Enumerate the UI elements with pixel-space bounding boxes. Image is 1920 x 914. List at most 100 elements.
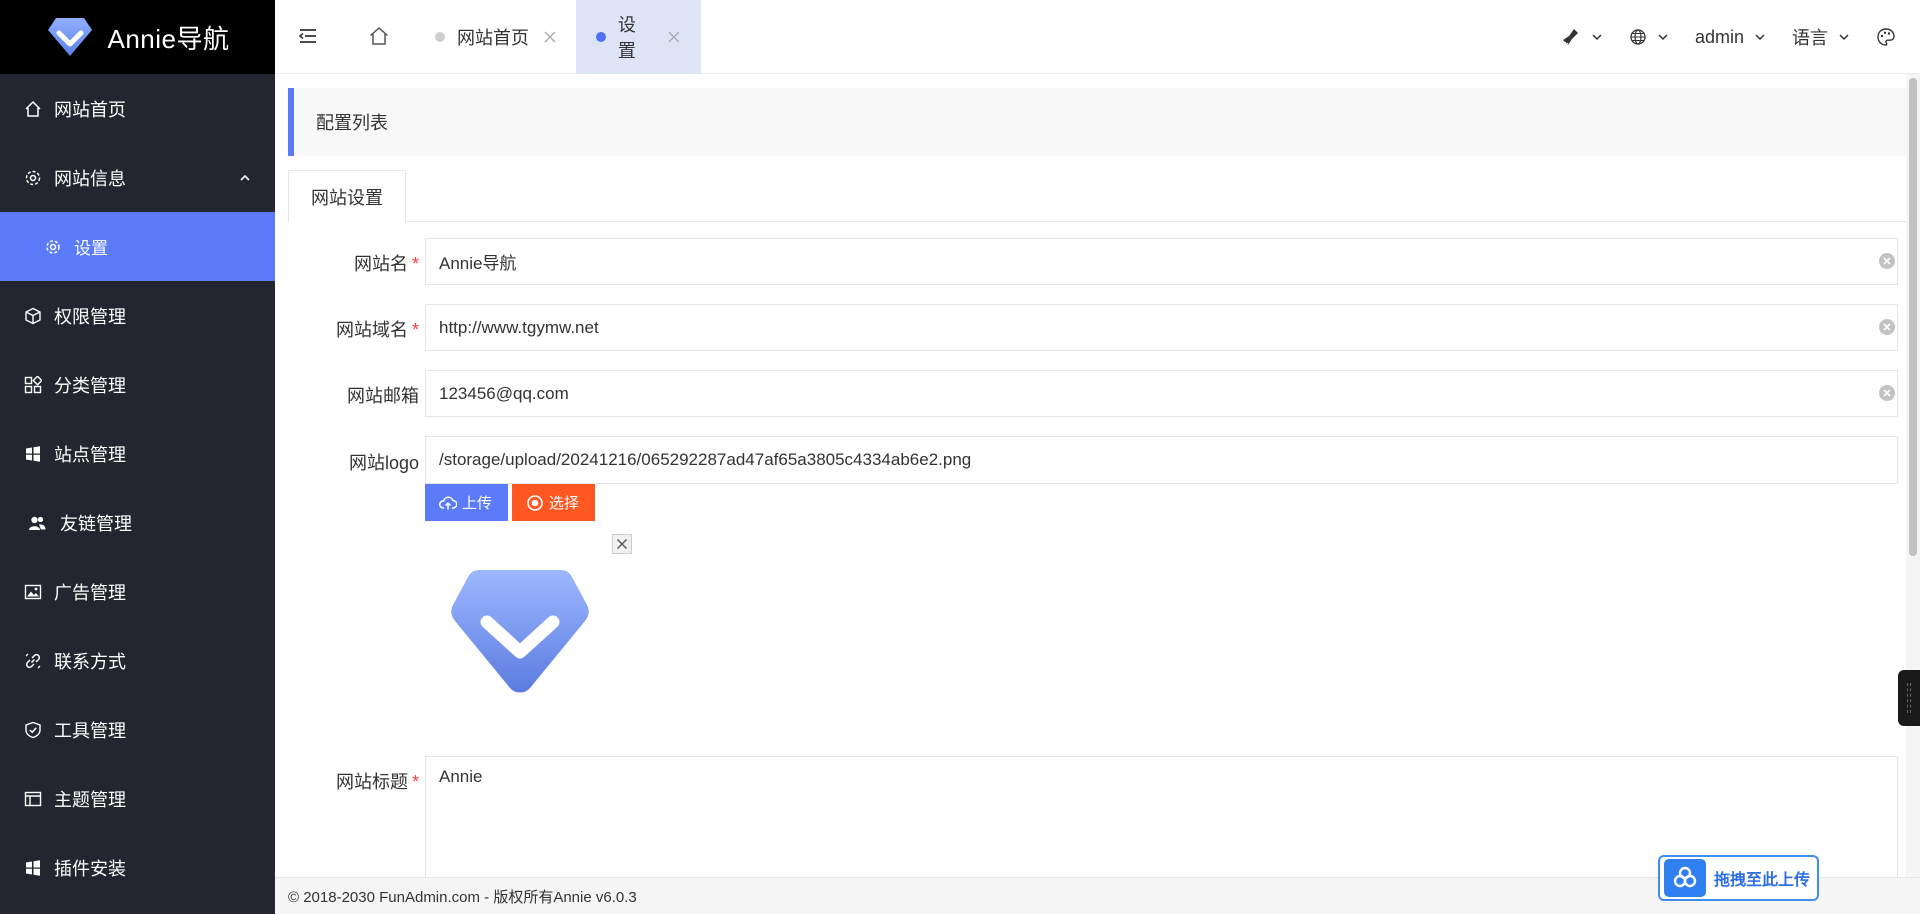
- globe-icon: [1630, 29, 1646, 45]
- site-logo-label: 网站logo: [348, 453, 419, 473]
- sidebar-item-plugins[interactable]: 插件安装: [0, 833, 275, 902]
- user-dropdown[interactable]: admin: [1695, 27, 1766, 48]
- close-icon[interactable]: [667, 30, 681, 44]
- clear-cache-dropdown[interactable]: [1561, 27, 1603, 47]
- language-label: 语言: [1792, 28, 1828, 48]
- sidebar-item-label: 设置: [74, 239, 108, 258]
- sidebar-item-friend-links[interactable]: 友链管理: [0, 488, 275, 557]
- sidebar-item-permissions[interactable]: 权限管理: [0, 281, 275, 350]
- upload-label: 上传: [462, 495, 493, 512]
- side-drawer-handle[interactable]: [1898, 670, 1920, 726]
- clear-icon[interactable]: [1878, 318, 1896, 336]
- windows-icon: [24, 445, 42, 463]
- sidebar-item-contact[interactable]: 联系方式: [0, 626, 275, 695]
- required-mark: *: [411, 254, 419, 274]
- sidebar-item-site-info[interactable]: 网站信息: [0, 143, 275, 212]
- sidebar-item-label: 联系方式: [54, 651, 126, 672]
- logo-preview-image: [451, 570, 589, 693]
- home-icon: [24, 100, 42, 118]
- footer-copyright: © 2018-2030 FunAdmin.com - 版权所有Annie v6.…: [288, 888, 637, 906]
- clear-icon[interactable]: [1878, 252, 1896, 270]
- site-name-label: 网站名 *: [353, 254, 419, 274]
- sidebar-item-label: 网站信息: [54, 168, 126, 189]
- gear-icon: [44, 238, 62, 256]
- layout-icon: [24, 790, 42, 808]
- site-domain-label: 网站域名 *: [335, 320, 419, 340]
- sidebar-item-label: 分类管理: [54, 375, 126, 396]
- shield-icon: [24, 721, 42, 739]
- sidebar-menu: 网站首页 网站信息 设置 权限管理 分类管理 站点管理 友链管理 广告管理 联系…: [0, 74, 275, 902]
- required-mark: *: [411, 320, 419, 340]
- grip-icon: [1907, 683, 1911, 713]
- site-domain-input[interactable]: [425, 304, 1898, 351]
- sidebar-item-ads[interactable]: 广告管理: [0, 557, 275, 626]
- sidebar-item-sites[interactable]: 站点管理: [0, 419, 275, 488]
- sidebar-item-categories[interactable]: 分类管理: [0, 350, 275, 419]
- drag-upload-widget[interactable]: 拖拽至此上传: [1658, 855, 1819, 901]
- gear-icon: [24, 169, 42, 187]
- sidebar: Annie导航 网站首页 网站信息 设置 权限管理 分类管理 站点管理 友链管理…: [0, 0, 275, 914]
- sidebar-item-tools[interactable]: 工具管理: [0, 695, 275, 764]
- logo-bar[interactable]: Annie导航: [0, 0, 275, 74]
- sidebar-item-label: 权限管理: [54, 306, 126, 327]
- language-dropdown[interactable]: 语言: [1792, 24, 1850, 50]
- user-name: admin: [1694, 26, 1744, 47]
- header-actions: admin 语言: [1561, 0, 1896, 74]
- tab-home[interactable]: 网站首页: [415, 0, 577, 74]
- link-icon: [24, 652, 42, 670]
- sidebar-item-home[interactable]: 网站首页: [0, 74, 275, 143]
- chevron-down-icon: [1592, 34, 1602, 41]
- tab-settings[interactable]: 设置: [576, 0, 701, 74]
- top-header: 网站首页 设置 admin 语言: [275, 0, 1920, 74]
- close-icon: [617, 539, 627, 549]
- chevron-down-icon: [1755, 34, 1765, 41]
- chevron-down-icon: [1658, 34, 1668, 41]
- sidebar-item-label: 主题管理: [54, 789, 126, 810]
- close-icon[interactable]: [543, 30, 557, 44]
- site-email-label: 网站邮箱: [347, 386, 419, 406]
- brand-name: Annie导航: [107, 23, 230, 54]
- cloud-upload-icon: [439, 496, 457, 509]
- site-dropdown[interactable]: [1629, 28, 1669, 46]
- tab-status-dot: [435, 32, 445, 42]
- broom-icon: [1562, 29, 1578, 46]
- sidebar-item-settings[interactable]: 设置: [0, 212, 275, 281]
- sidebar-item-label: 广告管理: [54, 582, 126, 603]
- chevron-up-icon: [240, 174, 250, 181]
- theme-button[interactable]: [1876, 27, 1896, 47]
- home-icon[interactable]: [368, 25, 390, 47]
- menu-toggle-icon[interactable]: [297, 25, 319, 47]
- radio-target-icon: [527, 494, 543, 511]
- site-title-label: 网站标题 *: [335, 772, 419, 792]
- grid-icon: [24, 375, 42, 394]
- chevron-down-icon: [1839, 34, 1849, 41]
- clear-icon[interactable]: [1878, 384, 1896, 402]
- tab-site-settings[interactable]: 网站设置: [288, 170, 406, 223]
- baidu-cloud-icon: [1664, 859, 1706, 897]
- sidebar-item-label: 插件安装: [54, 858, 126, 879]
- tab-label: 设置: [617, 15, 636, 61]
- sidebar-item-themes[interactable]: 主题管理: [0, 764, 275, 833]
- required-mark: *: [411, 772, 419, 792]
- upload-button[interactable]: 上传: [425, 484, 508, 521]
- form-tabs: 网站设置: [288, 170, 1910, 223]
- tab-label: 网站首页: [457, 28, 529, 48]
- remove-preview-button[interactable]: [612, 534, 632, 554]
- scrollbar-thumb[interactable]: [1909, 78, 1917, 556]
- sidebar-item-label: 站点管理: [54, 444, 126, 465]
- site-email-input[interactable]: [425, 370, 1898, 417]
- choose-button[interactable]: 选择: [512, 484, 595, 521]
- tab-status-dot: [596, 32, 606, 42]
- image-icon: [24, 583, 42, 601]
- cube-icon: [24, 307, 42, 325]
- sidebar-item-label: 工具管理: [54, 720, 126, 741]
- panel-title: 配置列表: [288, 88, 1910, 156]
- palette-icon: [1877, 28, 1895, 46]
- users-icon: [28, 514, 46, 532]
- sidebar-item-label: 友链管理: [60, 513, 132, 534]
- main-content: 配置列表 网站设置 网站名* 网站域名* 网站邮箱 网站logo 上传 选择: [275, 74, 1920, 877]
- logo-icon: [47, 18, 92, 56]
- site-logo-input[interactable]: [425, 436, 1898, 484]
- site-name-input[interactable]: [425, 238, 1898, 285]
- sidebar-item-label: 网站首页: [54, 99, 126, 120]
